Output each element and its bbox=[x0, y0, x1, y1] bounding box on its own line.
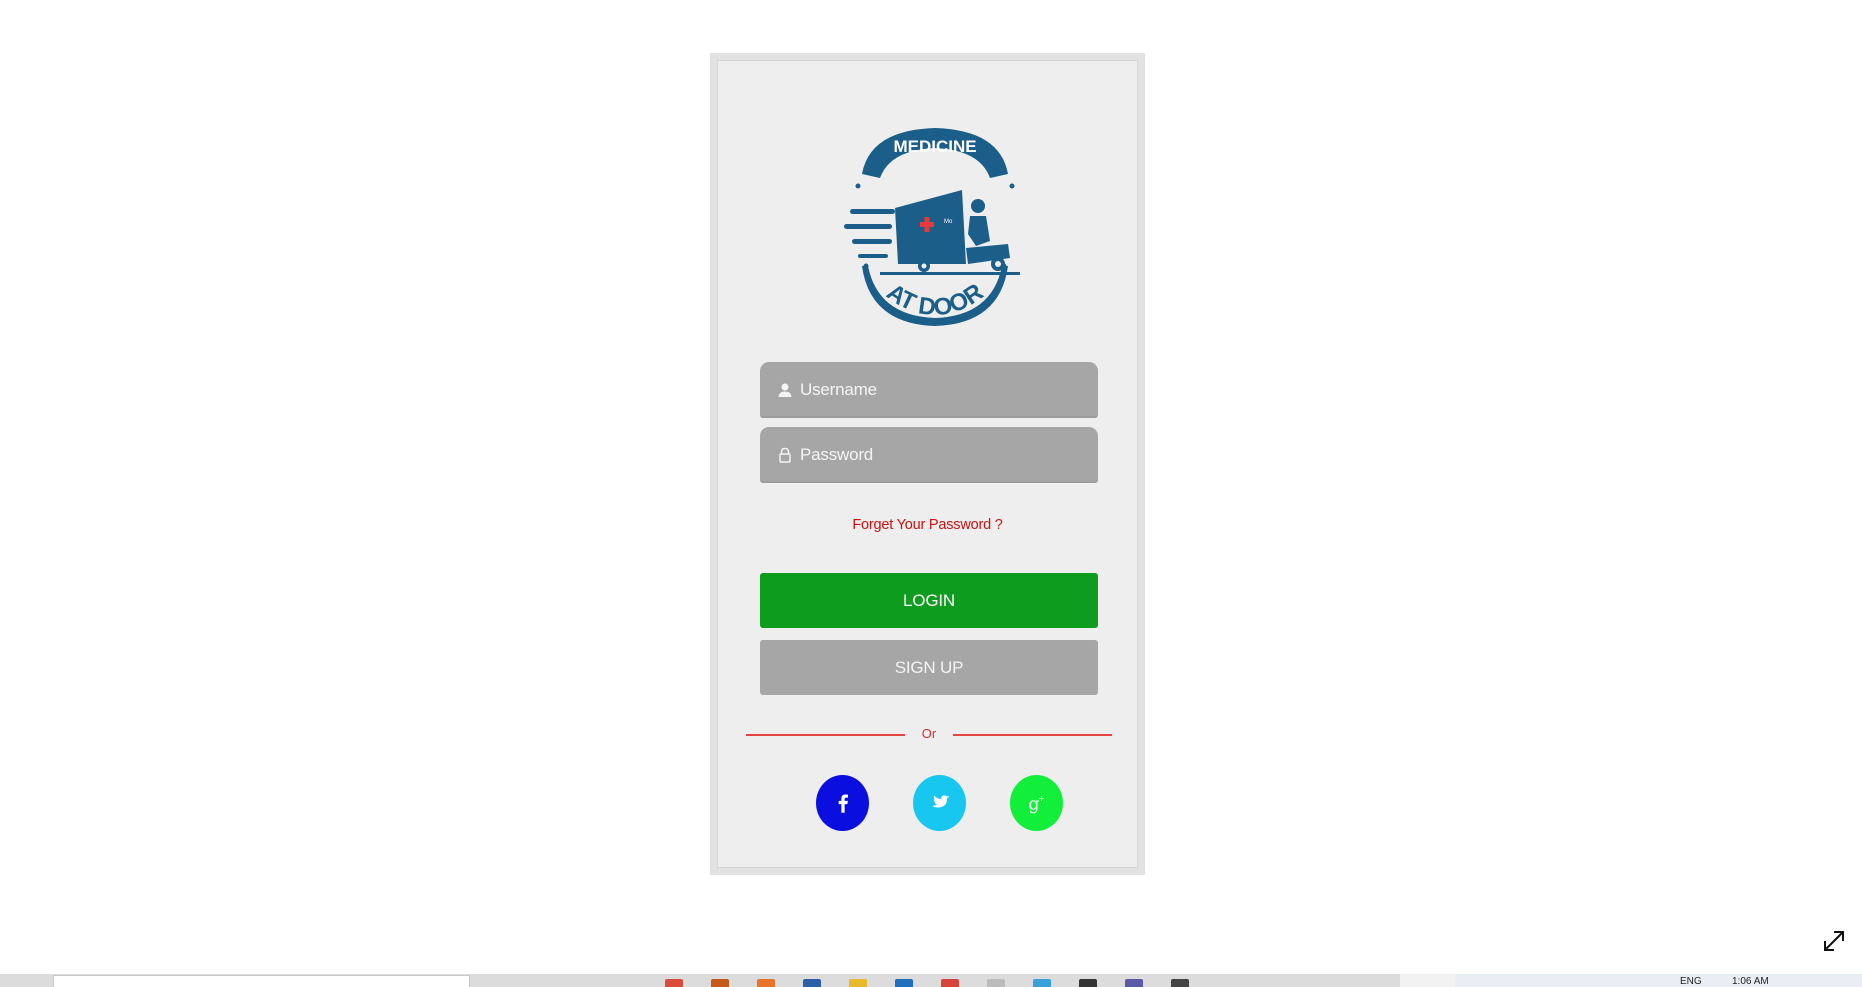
system-tray bbox=[1455, 974, 1862, 987]
taskbar-app-icon[interactable] bbox=[849, 979, 867, 987]
password-input[interactable]: Password bbox=[760, 427, 1098, 483]
fullscreen-expand-icon[interactable] bbox=[1820, 927, 1848, 955]
taskbar-app-icon[interactable] bbox=[987, 979, 1005, 987]
forgot-password-link[interactable]: Forget Your Password ? bbox=[717, 517, 1138, 533]
twitter-button[interactable] bbox=[913, 775, 966, 831]
language-indicator[interactable]: ENG bbox=[1680, 976, 1702, 987]
google-plus-icon: g + bbox=[1028, 794, 1044, 815]
taskbar-app-icon[interactable] bbox=[757, 979, 775, 987]
taskbar-app-icon[interactable] bbox=[895, 979, 913, 987]
login-card: MEDICINE Mo AT DOOR Username Password Fo… bbox=[710, 53, 1145, 875]
password-placeholder: Password bbox=[800, 445, 874, 464]
taskbar-pinned-apps bbox=[665, 979, 1189, 987]
taskbar-app-icon[interactable] bbox=[665, 979, 683, 987]
taskbar-app-icon[interactable] bbox=[803, 979, 821, 987]
taskbar-active-app[interactable] bbox=[1400, 974, 1455, 987]
lock-icon bbox=[777, 447, 793, 463]
user-icon bbox=[777, 382, 793, 398]
username-input[interactable]: Username bbox=[760, 362, 1098, 418]
logo-top-text: MEDICINE bbox=[893, 137, 976, 156]
logo-graphic: MEDICINE Mo AT DOOR bbox=[844, 128, 1020, 326]
taskbar-app-icon[interactable] bbox=[711, 979, 729, 987]
taskbar-app-icon[interactable] bbox=[1125, 979, 1143, 987]
windows-taskbar: ENG 1:06 AM bbox=[0, 974, 1862, 987]
taskbar-app-icon[interactable] bbox=[1033, 979, 1051, 987]
signup-button[interactable]: SIGN UP bbox=[760, 640, 1098, 695]
username-placeholder: Username bbox=[800, 380, 877, 399]
login-button[interactable]: LOGIN bbox=[760, 573, 1098, 628]
facebook-icon bbox=[838, 794, 848, 813]
or-divider: Or bbox=[746, 726, 1112, 744]
taskbar-app-icon[interactable] bbox=[1079, 979, 1097, 987]
van-label: Mo bbox=[944, 219, 953, 225]
medicine-at-door-logo: MEDICINE Mo AT DOOR bbox=[840, 116, 1030, 326]
twitter-icon bbox=[931, 795, 950, 808]
clock[interactable]: 1:06 AM bbox=[1732, 976, 1769, 987]
facebook-button[interactable] bbox=[816, 775, 869, 831]
taskbar-search-box[interactable] bbox=[53, 975, 470, 987]
taskbar-app-icon[interactable] bbox=[941, 979, 959, 987]
google-plus-button[interactable]: g + bbox=[1010, 775, 1063, 831]
svg-text:+: + bbox=[1038, 794, 1044, 805]
divider-line-right bbox=[953, 734, 1112, 736]
taskbar-app-icon[interactable] bbox=[1171, 979, 1189, 987]
